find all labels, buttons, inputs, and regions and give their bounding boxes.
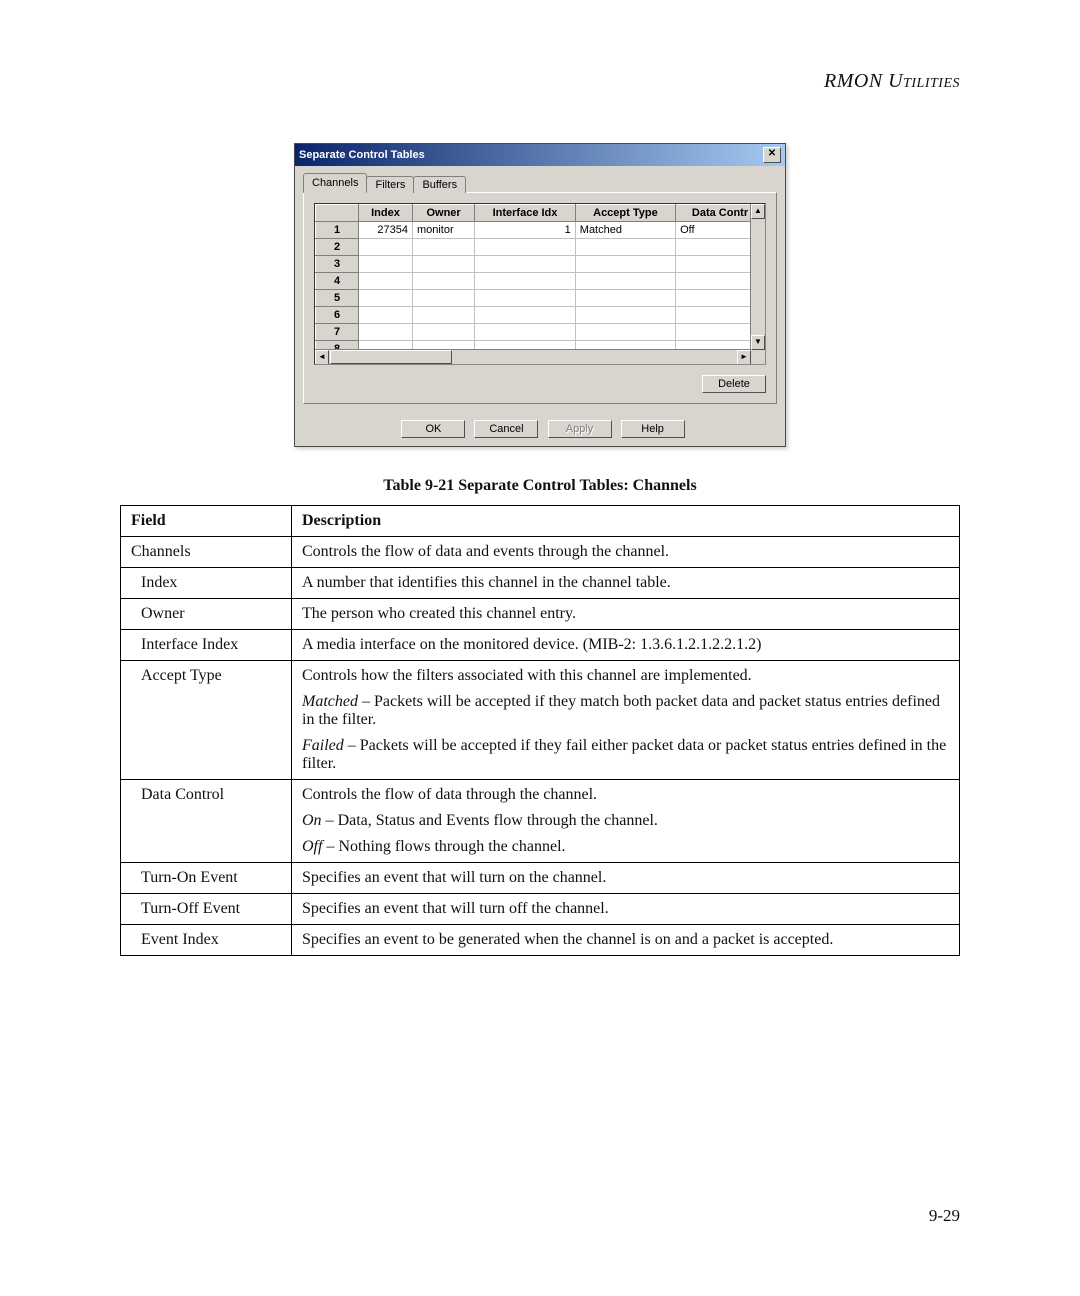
scrollbar-horizontal[interactable]: ◄ ► bbox=[315, 349, 751, 364]
tab-channels[interactable]: Channels bbox=[303, 173, 367, 193]
close-icon[interactable]: ✕ bbox=[763, 147, 781, 163]
table-row[interactable]: 6 bbox=[316, 307, 765, 324]
desc-field: Data Control bbox=[121, 780, 292, 863]
delete-button[interactable]: Delete bbox=[702, 375, 766, 393]
grid[interactable]: Index Owner Interface Idx Accept Type Da… bbox=[314, 203, 766, 365]
col-index[interactable]: Index bbox=[359, 205, 413, 222]
dialog-figure: Separate Control Tables ✕ Channels Filte… bbox=[294, 143, 786, 447]
desc-row: Data ControlControls the flow of data th… bbox=[121, 780, 960, 863]
desc-field: Turn-Off Event bbox=[121, 894, 292, 925]
tab-panel: Index Owner Interface Idx Accept Type Da… bbox=[303, 192, 777, 404]
scroll-corner bbox=[751, 350, 765, 364]
description-table: Field Description ChannelsControls the f… bbox=[120, 505, 960, 956]
help-button[interactable]: Help bbox=[621, 420, 685, 438]
desc-field: Interface Index bbox=[121, 630, 292, 661]
desc-field: Accept Type bbox=[121, 661, 292, 780]
desc-row: OwnerThe person who created this channel… bbox=[121, 599, 960, 630]
cell[interactable]: Matched bbox=[575, 222, 675, 239]
table-row[interactable]: 1 27354 monitor 1 Matched Off bbox=[316, 222, 765, 239]
desc-field: Turn-On Event bbox=[121, 863, 292, 894]
table-row[interactable]: 5 bbox=[316, 290, 765, 307]
col-iface[interactable]: Interface Idx bbox=[475, 205, 576, 222]
desc-text: Controls how the filters associated with… bbox=[292, 661, 960, 780]
desc-row: ChannelsControls the flow of data and ev… bbox=[121, 537, 960, 568]
table-row[interactable]: 2 bbox=[316, 239, 765, 256]
apply-button[interactable]: Apply bbox=[548, 420, 612, 438]
grid-corner bbox=[316, 205, 359, 222]
desc-text: Specifies an event that will turn on the… bbox=[292, 863, 960, 894]
desc-row: Turn-Off EventSpecifies an event that wi… bbox=[121, 894, 960, 925]
row-header: 1 bbox=[316, 222, 359, 239]
dialog-title: Separate Control Tables bbox=[299, 149, 425, 161]
desc-text: The person who created this channel entr… bbox=[292, 599, 960, 630]
desc-field: Index bbox=[121, 568, 292, 599]
dialog: Separate Control Tables ✕ Channels Filte… bbox=[294, 143, 786, 447]
tab-buffers[interactable]: Buffers bbox=[413, 176, 466, 193]
desc-text: Controls the flow of data through the ch… bbox=[292, 780, 960, 863]
desc-row: Event IndexSpecifies an event to be gene… bbox=[121, 925, 960, 956]
desc-header-field: Field bbox=[121, 506, 292, 537]
desc-row: IndexA number that identifies this chann… bbox=[121, 568, 960, 599]
table-row[interactable]: 3 bbox=[316, 256, 765, 273]
scroll-up-icon[interactable]: ▲ bbox=[751, 204, 765, 219]
desc-row: Accept TypeControls how the filters asso… bbox=[121, 661, 960, 780]
table-row[interactable]: 7 bbox=[316, 324, 765, 341]
scroll-left-icon[interactable]: ◄ bbox=[315, 350, 329, 365]
tab-strip: Channels Filters Buffers bbox=[303, 173, 777, 193]
desc-text: Specifies an event that will turn off th… bbox=[292, 894, 960, 925]
desc-field: Channels bbox=[121, 537, 292, 568]
scrollbar-vertical[interactable]: ▲ ▼ bbox=[750, 204, 765, 350]
desc-text: Controls the flow of data and events thr… bbox=[292, 537, 960, 568]
col-accept[interactable]: Accept Type bbox=[575, 205, 675, 222]
panel-buttons: Delete bbox=[314, 365, 766, 393]
scroll-right-icon[interactable]: ► bbox=[737, 350, 751, 365]
dialog-titlebar: Separate Control Tables ✕ bbox=[295, 144, 785, 166]
page-header: RMON Utilities bbox=[120, 70, 960, 93]
desc-header-desc: Description bbox=[292, 506, 960, 537]
desc-text: A number that identifies this channel in… bbox=[292, 568, 960, 599]
desc-field: Event Index bbox=[121, 925, 292, 956]
cell[interactable]: 1 bbox=[475, 222, 576, 239]
page-number: 9-29 bbox=[929, 1206, 960, 1226]
scroll-down-icon[interactable]: ▼ bbox=[751, 335, 765, 350]
cell[interactable]: monitor bbox=[412, 222, 474, 239]
tab-filters[interactable]: Filters bbox=[366, 176, 414, 193]
desc-text: Specifies an event to be generated when … bbox=[292, 925, 960, 956]
grid-table: Index Owner Interface Idx Accept Type Da… bbox=[315, 204, 765, 358]
table-row[interactable]: 4 bbox=[316, 273, 765, 290]
dialog-footer: OK Cancel Apply Help bbox=[295, 414, 785, 446]
cancel-button[interactable]: Cancel bbox=[474, 420, 538, 438]
col-owner[interactable]: Owner bbox=[412, 205, 474, 222]
desc-row: Turn-On EventSpecifies an event that wil… bbox=[121, 863, 960, 894]
desc-text: A media interface on the monitored devic… bbox=[292, 630, 960, 661]
ok-button[interactable]: OK bbox=[401, 420, 465, 438]
desc-row: Interface IndexA media interface on the … bbox=[121, 630, 960, 661]
dialog-body: Channels Filters Buffers Index Owner Int… bbox=[295, 166, 785, 414]
cell[interactable]: 27354 bbox=[359, 222, 413, 239]
scroll-thumb[interactable] bbox=[330, 350, 452, 364]
figure-caption: Table 9-21 Separate Control Tables: Chan… bbox=[120, 477, 960, 495]
desc-field: Owner bbox=[121, 599, 292, 630]
